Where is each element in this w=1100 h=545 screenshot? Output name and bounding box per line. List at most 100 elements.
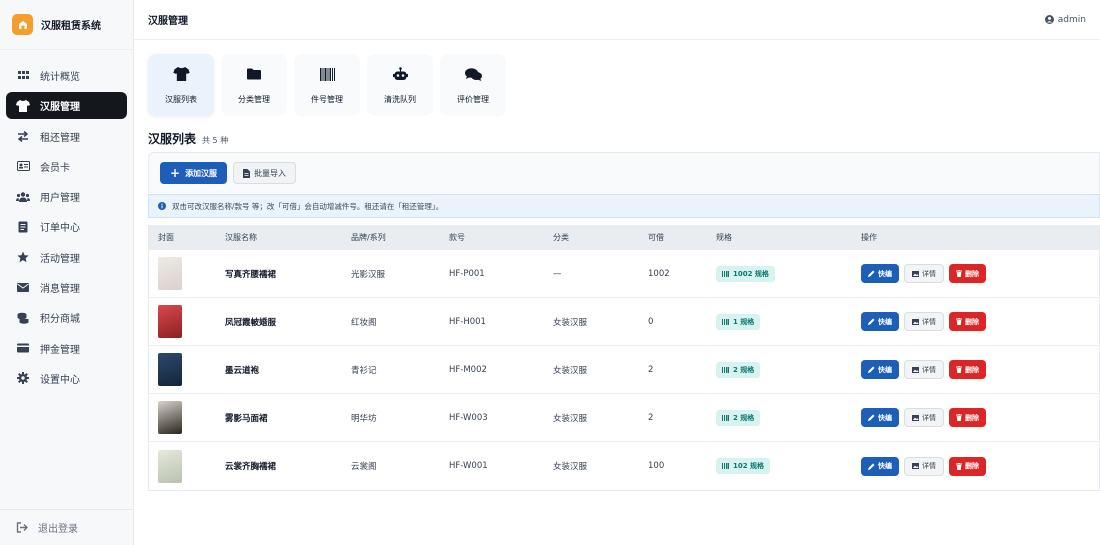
spec-badge: 1002 规格 [716,265,775,282]
delete-label: 删除 [965,462,979,470]
quick-edit-button[interactable]: 快编 [861,408,899,427]
available-count[interactable]: 100 [648,461,716,471]
barcode-icon [722,318,729,325]
hanfu-name[interactable]: 雾影马面裙 [225,412,351,424]
id-card-icon [16,159,30,173]
logout-label: 退出登录 [38,524,78,535]
quick-edit-label: 快编 [878,317,892,326]
hanfu-name[interactable]: 凤冠霞帔婚服 [225,316,351,328]
info-icon [158,202,166,210]
style-code[interactable]: HF-P001 [449,269,553,279]
section-header: 汉服列表 共 5 种 [148,130,228,147]
barcode-icon [722,270,729,277]
detail-label: 详情 [922,269,936,278]
image-icon [912,366,919,373]
toolbar: + 添加汉服 批量导入 [148,152,1100,193]
hanfu-name[interactable]: 墨云道袍 [225,364,351,376]
available-count[interactable]: 2 [648,365,716,375]
spec-text: 2 规格 [733,365,755,374]
tab-reviews[interactable]: 评价管理 [440,54,506,116]
col-available: 可借 [648,233,664,242]
style-code[interactable]: HF-W001 [449,461,553,471]
barcode-icon [319,65,335,83]
sidebar-item-member-card[interactable]: 会员卡 [6,153,127,180]
tab-label: 汉服列表 [165,95,197,104]
sidebar-item-rental[interactable]: 租还管理 [6,123,127,150]
sidebar-item-points-mall[interactable]: 积分商城 [6,304,127,331]
detail-button[interactable]: 详情 [904,408,944,427]
pencil-icon [868,318,875,325]
envelope-icon [16,281,30,295]
tab-item-number[interactable]: 件号管理 [294,54,360,116]
available-count[interactable]: 2 [648,413,716,423]
detail-button[interactable]: 详情 [904,264,944,283]
sidebar-item-label: 押金管理 [40,344,80,356]
cover-thumbnail[interactable] [158,401,182,434]
cover-thumbnail[interactable] [158,449,182,483]
quick-edit-button[interactable]: 快编 [861,312,899,331]
table-row: 雾影马面裙 明华坊 HF-W003 女装汉服 2 2 规格 快编 详情 删除 [149,394,1099,442]
delete-button[interactable]: 删除 [949,312,986,331]
cover-thumbnail[interactable] [158,257,182,290]
delete-button[interactable]: 删除 [949,456,986,476]
sidebar-item-settings[interactable]: 设置中心 [6,365,127,392]
tab-hanfu-list[interactable]: 汉服列表 [148,54,214,116]
hanfu-name[interactable]: 云裳齐胸襦裙 [225,460,351,472]
logout-icon [16,522,28,533]
trash-icon [956,270,962,277]
detail-button[interactable]: 详情 [904,456,944,476]
sidebar-item-label: 订单中心 [40,223,80,235]
delete-button[interactable]: 删除 [949,408,986,427]
app-title: 汉服租赁系统 [41,21,101,32]
cover-thumbnail[interactable] [158,305,182,338]
delete-label: 删除 [965,413,979,422]
category: 女装汉服 [553,365,588,376]
sidebar-item-deposit[interactable]: 押金管理 [6,335,127,362]
batch-import-label: 批量导入 [254,168,287,178]
table-row: 凤冠霞帔婚服 红妆阁 HF-H001 女装汉服 0 1 规格 快编 详情 删除 [149,298,1099,346]
quick-edit-label: 快编 [878,413,892,422]
delete-button[interactable]: 删除 [949,360,986,379]
quick-edit-button[interactable]: 快编 [861,456,899,476]
sidebar-item-users[interactable]: 用户管理 [6,183,127,210]
hanfu-name[interactable]: 写真齐腰襦裙 [225,268,351,280]
wallet-icon [16,341,30,355]
quick-edit-button[interactable]: 快编 [861,264,899,283]
sidebar-item-activities[interactable]: 活动管理 [6,244,127,271]
style-code[interactable]: HF-M002 [449,365,553,375]
sidebar-item-overview[interactable]: 统计概览 [6,62,127,89]
tab-category[interactable]: 分类管理 [221,54,287,116]
style-code[interactable]: HF-W003 [449,413,553,423]
available-count[interactable]: 1002 [648,269,716,279]
tab-cleaning-queue[interactable]: 清洗队列 [367,54,433,116]
cover-thumbnail[interactable] [158,353,182,386]
batch-import-button[interactable]: 批量导入 [233,162,297,184]
style-code[interactable]: HF-H001 [449,317,553,327]
quick-edit-label: 快编 [878,462,892,470]
delete-label: 删除 [965,317,979,326]
user-menu[interactable]: admin [1044,15,1086,25]
sidebar-item-label: 积分商城 [40,314,80,326]
detail-label: 详情 [922,413,936,422]
document-icon [16,220,30,234]
table-row: 写真齐腰襦裙 光影汉服 HF-P001 — 1002 1002 规格 快编 详情… [149,250,1099,298]
available-count[interactable]: 0 [648,317,716,327]
quick-edit-button[interactable]: 快编 [861,360,899,379]
logout-button[interactable]: 退出登录 [0,509,134,545]
detail-button[interactable]: 详情 [904,360,944,379]
col-category: 分类 [553,233,569,242]
sidebar-item-messages[interactable]: 消息管理 [6,274,127,301]
add-hanfu-button[interactable]: + 添加汉服 [160,162,228,184]
brand: 汉服租赁系统 [0,0,133,50]
col-actions: 操作 [861,233,877,242]
delete-label: 删除 [965,269,979,278]
delete-button[interactable]: 删除 [949,264,986,283]
category: 女装汉服 [553,317,588,328]
sidebar-item-label: 汉服管理 [40,102,80,114]
image-icon [912,414,919,421]
sidebar-item-orders[interactable]: 订单中心 [6,213,127,240]
col-name: 汉服名称 [225,233,257,242]
page-title: 汉服管理 [148,16,188,27]
detail-button[interactable]: 详情 [904,312,944,331]
sidebar-item-hanfu[interactable]: 汉服管理 [6,92,127,120]
